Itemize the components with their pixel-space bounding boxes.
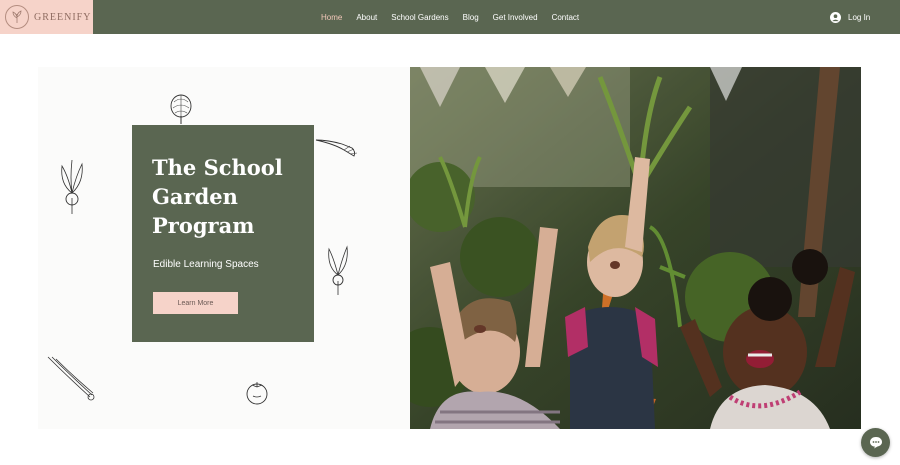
hero-title: The School Garden Program (152, 153, 312, 240)
nav-item-school-gardens[interactable]: School Gardens (391, 13, 448, 22)
hero-title-line: The School (152, 155, 283, 180)
radish-sketch-icon (328, 246, 348, 295)
learn-more-button[interactable]: Learn More (153, 292, 238, 314)
hero-title-line: Program (152, 213, 255, 238)
login-button[interactable]: Log In (830, 0, 870, 34)
nav-item-get-involved[interactable]: Get Involved (493, 13, 538, 22)
leek-sketch-icon (47, 356, 95, 401)
hero-title-line: Garden (152, 184, 238, 209)
carrot-sketch-icon (315, 139, 358, 157)
page: GREENIFY Home About School Gardens Blog … (0, 0, 900, 465)
chat-button[interactable] (861, 428, 890, 457)
nav-item-contact[interactable]: Contact (552, 13, 580, 22)
beet-sketch-icon (61, 159, 83, 214)
hero-subtitle: Edible Learning Spaces (153, 259, 259, 270)
tomato-sketch-icon (246, 382, 268, 405)
main-nav: Home About School Gardens Blog Get Invol… (321, 0, 593, 34)
site-header: GREENIFY Home About School Gardens Blog … (0, 0, 900, 34)
leaf-logo-icon (5, 5, 29, 29)
nav-item-home[interactable]: Home (321, 13, 342, 22)
children-holding-vegetables-photo (410, 67, 861, 429)
user-avatar-icon (830, 11, 841, 23)
artichoke-sketch-icon (170, 94, 192, 124)
nav-item-about[interactable]: About (356, 13, 377, 22)
logo[interactable]: GREENIFY (0, 0, 93, 34)
hero-card: The School Garden Program Edible Learnin… (132, 125, 314, 342)
chat-bubble-icon (869, 437, 882, 449)
login-label: Log In (848, 12, 871, 22)
nav-item-blog[interactable]: Blog (463, 13, 479, 22)
brand-name: GREENIFY (34, 11, 92, 23)
